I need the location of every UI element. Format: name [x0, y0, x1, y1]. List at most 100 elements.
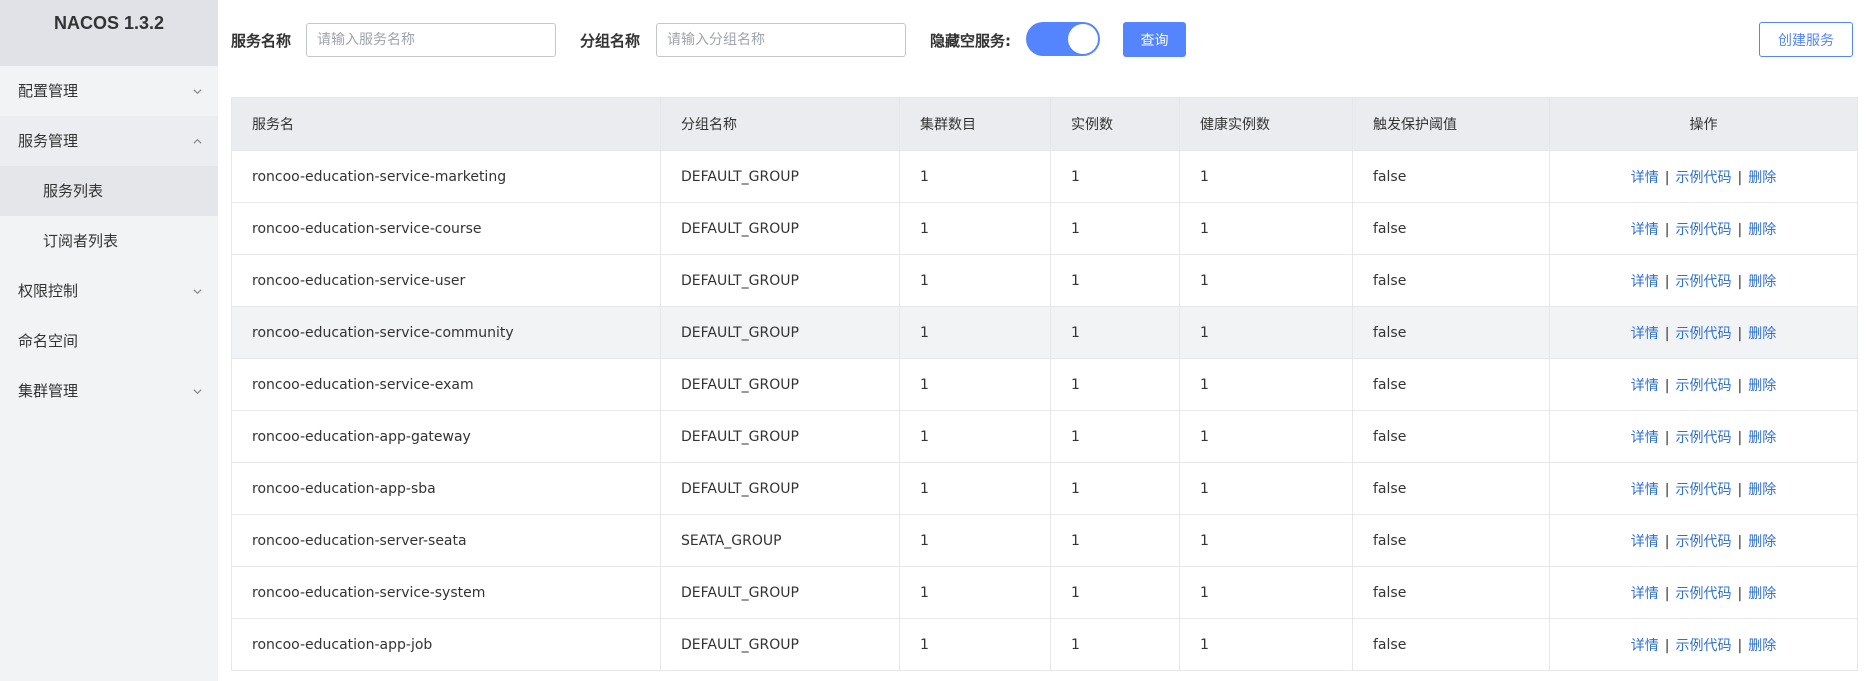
- cell-group-name: DEFAULT_GROUP: [660, 410, 900, 463]
- table-row: roncoo-education-app-gateway DEFAULT_GROU…: [231, 410, 1858, 463]
- sample-code-link[interactable]: 示例代码: [1676, 430, 1732, 446]
- sample-code-link[interactable]: 示例代码: [1676, 534, 1732, 550]
- chevron-up-icon: [190, 116, 204, 166]
- cell-cluster-count: 1: [899, 410, 1051, 463]
- sample-code-link[interactable]: 示例代码: [1676, 378, 1732, 394]
- sidebar-item-subscriber-list[interactable]: 订阅者列表: [0, 216, 218, 266]
- col-header-healthy-instance-count: 健康实例数: [1179, 97, 1353, 151]
- cell-instance-count: 1: [1050, 514, 1180, 567]
- sidebar-item-label: 服务列表: [43, 182, 104, 200]
- service-table: 服务名 分组名称 集群数目 实例数 健康实例数 触发保护阈值 操作 roncoo-educa…: [231, 97, 1858, 671]
- service-table-container: 服务名 分组名称 集群数目 实例数 健康实例数 触发保护阈值 操作 roncoo-educa…: [231, 97, 1858, 671]
- cell-cluster-count: 1: [899, 462, 1051, 515]
- sample-code-link[interactable]: 示例代码: [1676, 274, 1732, 290]
- sample-code-link[interactable]: 示例代码: [1676, 222, 1732, 238]
- delete-link[interactable]: 删除: [1748, 430, 1776, 446]
- detail-link[interactable]: 详情: [1631, 378, 1659, 394]
- sidebar-item-namespace[interactable]: 命名空间: [0, 316, 218, 366]
- group-name-input[interactable]: [656, 23, 906, 57]
- sidebar-item-service-list[interactable]: 服务列表: [0, 166, 218, 216]
- sample-code-link[interactable]: 示例代码: [1676, 586, 1732, 602]
- cell-operations: 详情 | 示例代码 | 删除: [1549, 618, 1858, 671]
- detail-link[interactable]: 详情: [1631, 638, 1659, 654]
- cell-instance-count: 1: [1050, 306, 1180, 359]
- action-separator: |: [1737, 533, 1743, 550]
- service-name-input[interactable]: [306, 23, 556, 57]
- detail-link[interactable]: 详情: [1631, 430, 1659, 446]
- table-row: roncoo-education-server-seata SEATA_GROUP…: [231, 514, 1858, 567]
- group-name-label: 分组名称: [580, 32, 641, 50]
- col-header-cluster-count: 集群数目: [899, 97, 1051, 151]
- sample-code-link[interactable]: 示例代码: [1676, 482, 1732, 498]
- delete-link[interactable]: 删除: [1748, 222, 1776, 238]
- cell-protect-threshold: false: [1352, 618, 1550, 671]
- detail-link[interactable]: 详情: [1631, 274, 1659, 290]
- delete-link[interactable]: 删除: [1748, 326, 1776, 342]
- cell-service-name: roncoo-education-service-marketing: [231, 150, 661, 203]
- cell-operations: 详情 | 示例代码 | 删除: [1549, 202, 1858, 255]
- sidebar-item-service-management[interactable]: 服务管理: [0, 116, 218, 166]
- cell-protect-threshold: false: [1352, 566, 1550, 619]
- sidebar-item-label: 命名空间: [18, 332, 79, 350]
- sidebar-item-config-management[interactable]: 配置管理: [0, 66, 218, 116]
- delete-link[interactable]: 删除: [1748, 170, 1776, 186]
- action-separator: |: [1664, 377, 1670, 394]
- cell-group-name: DEFAULT_GROUP: [660, 566, 900, 619]
- sidebar-item-label: 服务管理: [18, 132, 79, 150]
- cell-group-name: DEFAULT_GROUP: [660, 306, 900, 359]
- action-separator: |: [1664, 169, 1670, 186]
- cell-service-name: roncoo-education-service-course: [231, 202, 661, 255]
- cell-service-name: roncoo-education-app-sba: [231, 462, 661, 515]
- cell-group-name: DEFAULT_GROUP: [660, 254, 900, 307]
- table-row: roncoo-education-service-system DEFAULT_G…: [231, 566, 1858, 619]
- sidebar-item-label: 订阅者列表: [43, 232, 119, 250]
- delete-link[interactable]: 删除: [1748, 638, 1776, 654]
- col-header-group-name: 分组名称: [660, 97, 900, 151]
- detail-link[interactable]: 详情: [1631, 586, 1659, 602]
- detail-link[interactable]: 详情: [1631, 222, 1659, 238]
- detail-link[interactable]: 详情: [1631, 326, 1659, 342]
- cell-protect-threshold: false: [1352, 462, 1550, 515]
- cell-cluster-count: 1: [899, 202, 1051, 255]
- table-row: roncoo-education-service-community DEFAUL…: [231, 306, 1858, 359]
- action-separator: |: [1737, 273, 1743, 290]
- delete-link[interactable]: 删除: [1748, 274, 1776, 290]
- hide-empty-services-toggle[interactable]: [1026, 22, 1100, 56]
- action-separator: |: [1737, 325, 1743, 342]
- detail-link[interactable]: 详情: [1631, 534, 1659, 550]
- cell-operations: 详情 | 示例代码 | 删除: [1549, 410, 1858, 463]
- action-separator: |: [1737, 221, 1743, 238]
- delete-link[interactable]: 删除: [1748, 586, 1776, 602]
- cell-protect-threshold: false: [1352, 410, 1550, 463]
- sample-code-link[interactable]: 示例代码: [1676, 326, 1732, 342]
- sample-code-link[interactable]: 示例代码: [1676, 638, 1732, 654]
- cell-cluster-count: 1: [899, 514, 1051, 567]
- delete-link[interactable]: 删除: [1748, 534, 1776, 550]
- cell-operations: 详情 | 示例代码 | 删除: [1549, 462, 1858, 515]
- chevron-down-icon: [190, 66, 204, 116]
- sidebar-item-access-control[interactable]: 权限控制: [0, 266, 218, 316]
- cell-service-name: roncoo-education-app-job: [231, 618, 661, 671]
- cell-service-name: roncoo-education-server-seata: [231, 514, 661, 567]
- action-separator: |: [1737, 377, 1743, 394]
- query-button[interactable]: 查询: [1123, 22, 1186, 57]
- cell-operations: 详情 | 示例代码 | 删除: [1549, 566, 1858, 619]
- detail-link[interactable]: 详情: [1631, 482, 1659, 498]
- action-separator: |: [1737, 481, 1743, 498]
- cell-operations: 详情 | 示例代码 | 删除: [1549, 306, 1858, 359]
- cell-instance-count: 1: [1050, 254, 1180, 307]
- delete-link[interactable]: 删除: [1748, 378, 1776, 394]
- sample-code-link[interactable]: 示例代码: [1676, 170, 1732, 186]
- delete-link[interactable]: 删除: [1748, 482, 1776, 498]
- action-separator: |: [1664, 325, 1670, 342]
- detail-link[interactable]: 详情: [1631, 170, 1659, 186]
- sidebar-item-cluster-management[interactable]: 集群管理: [0, 366, 218, 416]
- table-row: roncoo-education-service-exam DEFAULT_GRO…: [231, 358, 1858, 411]
- table-header-row: 服务名 分组名称 集群数目 实例数 健康实例数 触发保护阈值 操作: [231, 97, 1858, 151]
- cell-healthy-instance-count: 1: [1179, 462, 1353, 515]
- table-body: roncoo-education-service-marketing DEFAUL…: [231, 150, 1858, 671]
- create-service-button[interactable]: 创建服务: [1759, 22, 1853, 57]
- hide-empty-services-label: 隐藏空服务:: [930, 32, 1011, 50]
- cell-healthy-instance-count: 1: [1179, 306, 1353, 359]
- cell-instance-count: 1: [1050, 618, 1180, 671]
